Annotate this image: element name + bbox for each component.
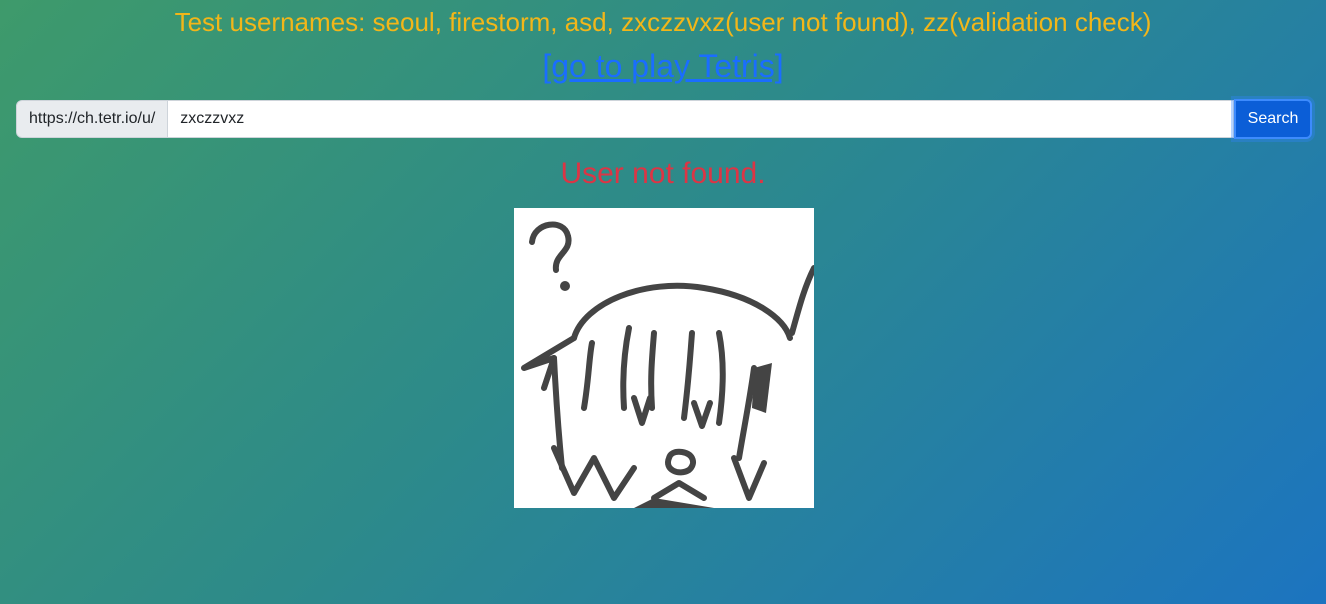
- tetris-link-container: [go to play Tetris]: [0, 46, 1326, 86]
- play-tetris-link[interactable]: [go to play Tetris]: [542, 48, 783, 84]
- url-prefix: https://ch.tetr.io/u/: [16, 100, 169, 138]
- confused-chibi-drawing-icon: [521, 221, 817, 508]
- search-bar: https://ch.tetr.io/u/ Search: [16, 99, 1312, 139]
- test-usernames-hint: Test usernames: seoul, firestorm, asd, z…: [174, 7, 1152, 37]
- username-input[interactable]: [168, 100, 1234, 138]
- search-button[interactable]: Search: [1234, 99, 1312, 139]
- user-not-found-message: User not found.: [560, 157, 766, 190]
- confused-character-image: [514, 208, 817, 508]
